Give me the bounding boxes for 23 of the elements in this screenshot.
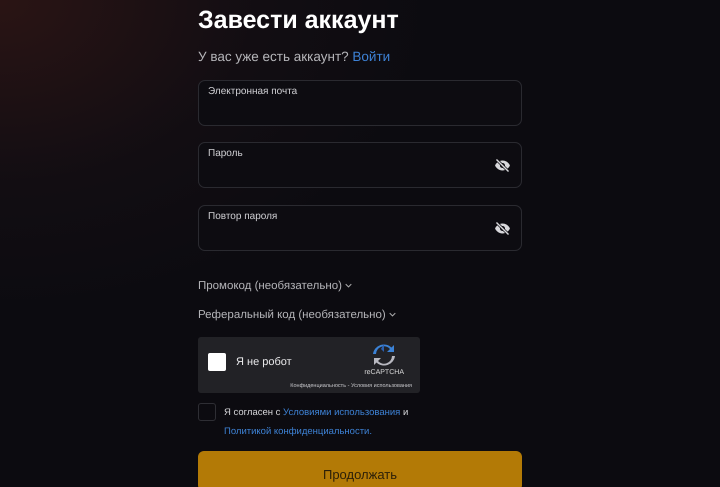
privacy-link[interactable]: Политикой конфиденциальности. — [224, 426, 372, 437]
field-label: Повтор пароля — [208, 211, 278, 222]
continue-button[interactable]: Продолжать — [198, 451, 522, 487]
login-link[interactable]: Войти — [352, 49, 390, 64]
eye-slash-icon[interactable] — [494, 157, 511, 174]
terms-checkbox[interactable] — [198, 403, 216, 421]
page-title: Завести аккаунт — [198, 6, 400, 36]
captcha-checkbox[interactable] — [208, 353, 226, 371]
eye-slash-icon[interactable] — [494, 220, 511, 237]
recaptcha-logo-icon — [372, 343, 396, 367]
chevron-icon — [388, 312, 396, 317]
terms-text: Я согласен с Условиями использования и Политикой конфиденциальности. — [224, 406, 410, 439]
captcha-label: Я не робот — [236, 356, 292, 368]
field-label: Электронная почта — [208, 86, 298, 97]
input-field[interactable]: Пароль — [198, 142, 522, 188]
input-field[interactable]: Электронная почта — [198, 80, 522, 126]
optional-section-toggle[interactable]: Реферальный код (необязательно) — [198, 306, 396, 323]
optional-section-toggle[interactable]: Промокод (необязательно) — [198, 277, 352, 294]
login-prompt: У вас уже есть аккаунт? — [198, 49, 349, 64]
chevron-icon — [344, 283, 352, 288]
input-field[interactable]: Повтор пароля — [198, 205, 522, 251]
terms-link[interactable]: Условиями использования — [283, 407, 400, 418]
field-label: Пароль — [208, 148, 243, 159]
